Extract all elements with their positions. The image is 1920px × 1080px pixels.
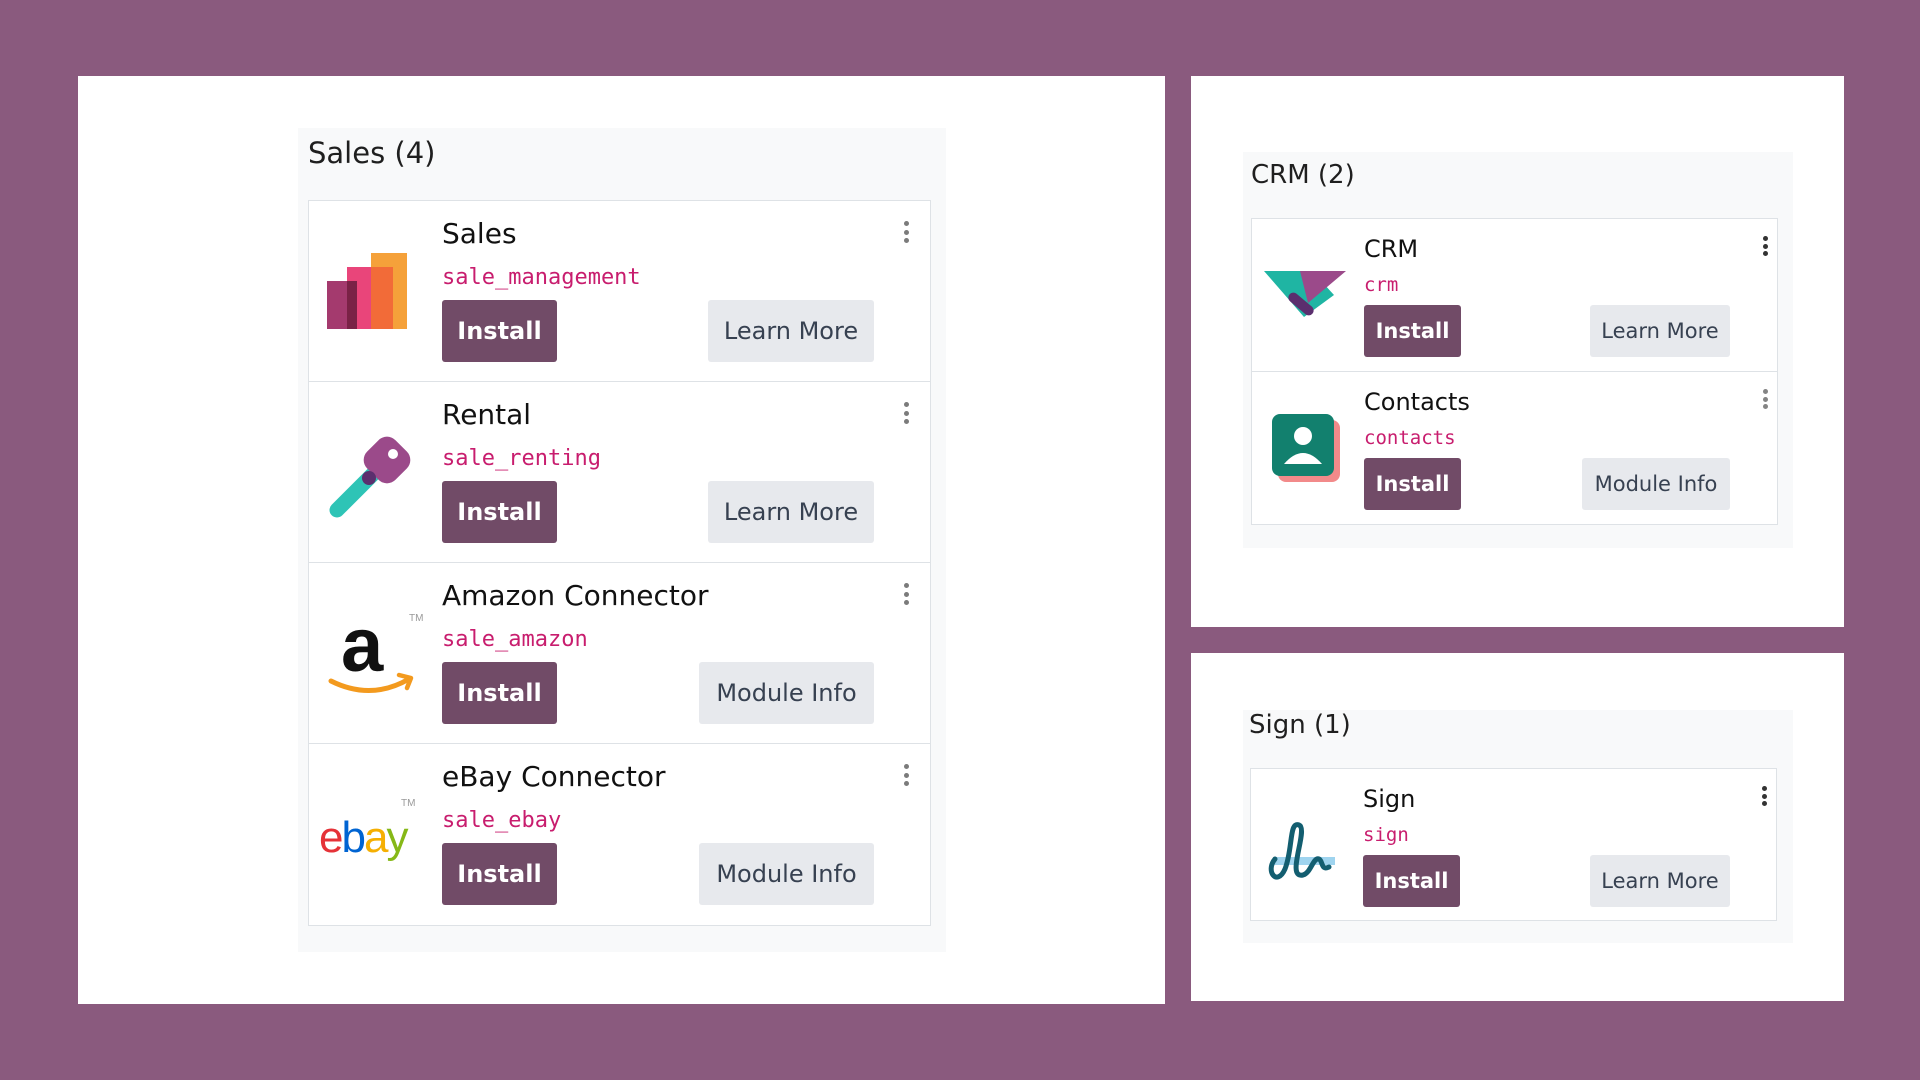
app-technical-name: sign bbox=[1363, 824, 1409, 846]
install-button[interactable]: Install bbox=[442, 481, 557, 543]
rental-key-icon bbox=[327, 428, 419, 520]
app-card-sales: Sales sale_management Install Learn More bbox=[309, 201, 930, 382]
sales-group: Sales (4) Sales sale_management Install … bbox=[298, 128, 946, 952]
learn-more-button[interactable]: Learn More bbox=[1590, 855, 1730, 907]
learn-more-button[interactable]: Learn More bbox=[1590, 305, 1730, 357]
install-button[interactable]: Install bbox=[442, 662, 557, 724]
app-technical-name: contacts bbox=[1364, 427, 1456, 449]
sign-app-list: Sign sign Install Learn More bbox=[1250, 768, 1777, 921]
app-card-ebay-connector: ebay TM eBay Connector sale_ebay Install… bbox=[309, 744, 930, 925]
app-name: Contacts bbox=[1364, 388, 1470, 416]
app-technical-name: sale_management bbox=[442, 265, 641, 290]
module-info-button[interactable]: Module Info bbox=[1582, 458, 1730, 510]
app-card-contacts: Contacts contacts Install Module Info bbox=[1252, 372, 1777, 525]
contacts-card-icon bbox=[1270, 412, 1352, 494]
more-options-icon[interactable] bbox=[902, 221, 910, 243]
crm-handshake-icon bbox=[1264, 259, 1346, 341]
sales-panel: Sales (4) Sales sale_management Install … bbox=[78, 76, 1165, 1004]
ebay-logo-icon: ebay TM bbox=[319, 790, 415, 882]
amazon-logo-icon: a TM bbox=[327, 603, 423, 701]
app-technical-name: sale_renting bbox=[442, 446, 601, 471]
app-name: Rental bbox=[442, 398, 532, 431]
trademark-mark: TM bbox=[401, 798, 415, 809]
crm-group: CRM (2) CRM crm Install Learn More Conta… bbox=[1243, 152, 1793, 548]
more-options-icon[interactable] bbox=[902, 764, 910, 786]
amazon-logo-letter: a bbox=[341, 609, 384, 688]
module-info-button[interactable]: Module Info bbox=[699, 843, 874, 905]
app-card-crm: CRM crm Install Learn More bbox=[1252, 219, 1777, 372]
sign-group: Sign (1) Sign sign Install Learn More bbox=[1243, 710, 1793, 943]
app-name: eBay Connector bbox=[442, 760, 666, 793]
crm-panel: CRM (2) CRM crm Install Learn More Conta… bbox=[1191, 76, 1844, 627]
crm-group-title: CRM (2) bbox=[1251, 160, 1355, 190]
app-name: Sign bbox=[1363, 785, 1416, 813]
learn-more-button[interactable]: Learn More bbox=[708, 481, 874, 543]
app-card-amazon-connector: a TM Amazon Connector sale_amazon Instal… bbox=[309, 563, 930, 744]
app-card-rental: Rental sale_renting Install Learn More bbox=[309, 382, 930, 563]
sign-signature-icon bbox=[1263, 809, 1345, 891]
module-info-button[interactable]: Module Info bbox=[699, 662, 874, 724]
install-button[interactable]: Install bbox=[1363, 855, 1460, 907]
app-technical-name: sale_ebay bbox=[442, 808, 562, 833]
app-technical-name: sale_amazon bbox=[442, 627, 588, 652]
trademark-mark: TM bbox=[409, 613, 423, 624]
install-button[interactable]: Install bbox=[442, 300, 557, 362]
learn-more-button[interactable]: Learn More bbox=[708, 300, 874, 362]
more-options-icon[interactable] bbox=[902, 402, 910, 424]
more-options-icon[interactable] bbox=[1761, 236, 1769, 256]
more-options-icon[interactable] bbox=[902, 583, 910, 605]
app-card-sign: Sign sign Install Learn More bbox=[1251, 769, 1776, 920]
svg-text:ebay: ebay bbox=[319, 813, 408, 862]
more-options-icon[interactable] bbox=[1760, 786, 1768, 806]
sales-app-list: Sales sale_management Install Learn More… bbox=[308, 200, 931, 926]
app-name: CRM bbox=[1364, 235, 1419, 263]
app-name: Sales bbox=[442, 217, 517, 250]
install-button[interactable]: Install bbox=[442, 843, 557, 905]
install-button[interactable]: Install bbox=[1364, 305, 1461, 357]
sales-bars-icon bbox=[327, 247, 419, 339]
app-technical-name: crm bbox=[1364, 274, 1399, 296]
crm-app-list: CRM crm Install Learn More Contacts cont… bbox=[1251, 218, 1778, 525]
sign-group-title: Sign (1) bbox=[1249, 710, 1351, 740]
app-name: Amazon Connector bbox=[442, 579, 709, 612]
more-options-icon[interactable] bbox=[1761, 389, 1769, 409]
install-button[interactable]: Install bbox=[1364, 458, 1461, 510]
sign-panel: Sign (1) Sign sign Install Learn More bbox=[1191, 653, 1844, 1001]
sales-group-title: Sales (4) bbox=[308, 136, 436, 170]
